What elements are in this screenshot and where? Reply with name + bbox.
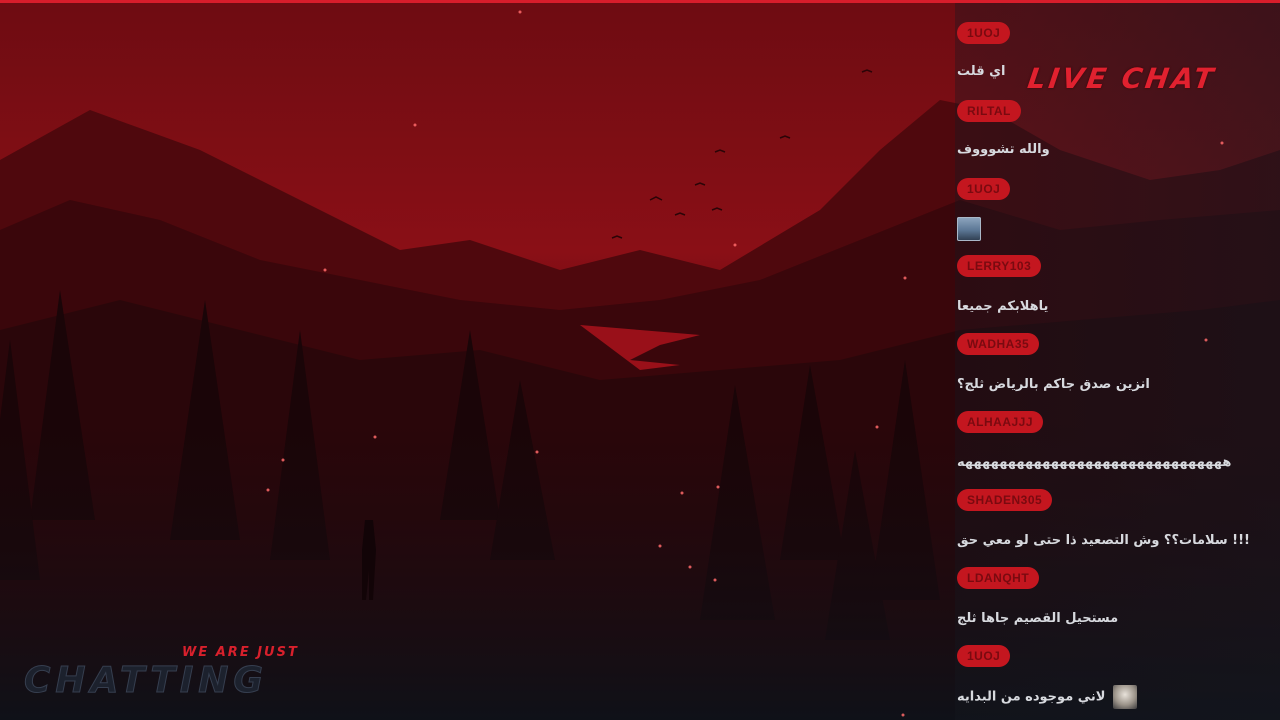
sticker-emote-icon <box>1113 685 1138 709</box>
message-text-row: لاني موجوده من البدايه <box>957 685 1138 709</box>
message-text: انزين صدق جاكم بالرياض ثلج؟ <box>957 377 1150 392</box>
message-text: اي قلت <box>957 64 1006 79</box>
username-badge[interactable]: RILTAL <box>957 100 1021 122</box>
brand-tagline: WE ARE JUST <box>182 645 299 660</box>
brand-logo: WE ARE JUST CHATTING <box>22 640 322 710</box>
username-badge[interactable]: LDANQHT <box>957 567 1040 589</box>
message-text: والله تشوووف <box>957 142 1050 157</box>
username-badge[interactable]: ALHAAJJJ <box>957 411 1044 433</box>
message-text: هههههههههههههههههههههههههههههههه <box>957 455 1232 470</box>
chat-message: LERRY103 ياهلابكم جميعا <box>957 255 1280 314</box>
username-badge[interactable]: 1UOJ <box>957 178 1011 200</box>
message-text: سلامات؟؟ وش التصعيد ذا حتى لو معي حق !!! <box>957 533 1250 548</box>
username-badge[interactable]: 1UOJ <box>957 22 1011 44</box>
chat-message: WADHA35 انزين صدق جاكم بالرياض ثلج؟ <box>957 333 1280 392</box>
chat-message: 1UOJ لاني موجوده من البدايه <box>957 645 1280 709</box>
chat-message: ALHAAJJJ ههههههههههههههههههههههههههههههه… <box>957 411 1280 470</box>
username-badge[interactable]: WADHA35 <box>957 333 1040 355</box>
message-text: ياهلابكم جميعا <box>957 299 1049 314</box>
message-text: مستحيل القصيم جاها ثلج <box>957 611 1119 626</box>
chat-message: SHADEN305 سلامات؟؟ وش التصعيد ذا حتى لو … <box>957 489 1280 548</box>
chat-message: LDANQHT مستحيل القصيم جاها ثلج <box>957 567 1280 626</box>
chat-message: 1UOJ <box>957 178 1280 241</box>
avatar-emote-icon <box>957 217 981 241</box>
username-badge[interactable]: SHADEN305 <box>957 489 1053 511</box>
message-emote-row <box>957 217 981 245</box>
brand-title: CHATTING <box>24 660 268 702</box>
chat-message: 1UOJ اي قلت <box>957 22 1280 79</box>
message-text: لاني موجوده من البدايه <box>957 689 1106 705</box>
username-badge[interactable]: LERRY103 <box>957 255 1042 277</box>
username-badge[interactable]: 1UOJ <box>957 645 1011 667</box>
chat-feed: 1UOJ اي قلت RILTAL والله تشوووف 1UOJ LER… <box>957 0 1280 720</box>
stream-overlay: LIVE CHAT WE ARE JUST CHATTING 1UOJ اي ق… <box>0 0 1280 720</box>
chat-message: RILTAL والله تشوووف <box>957 100 1280 157</box>
